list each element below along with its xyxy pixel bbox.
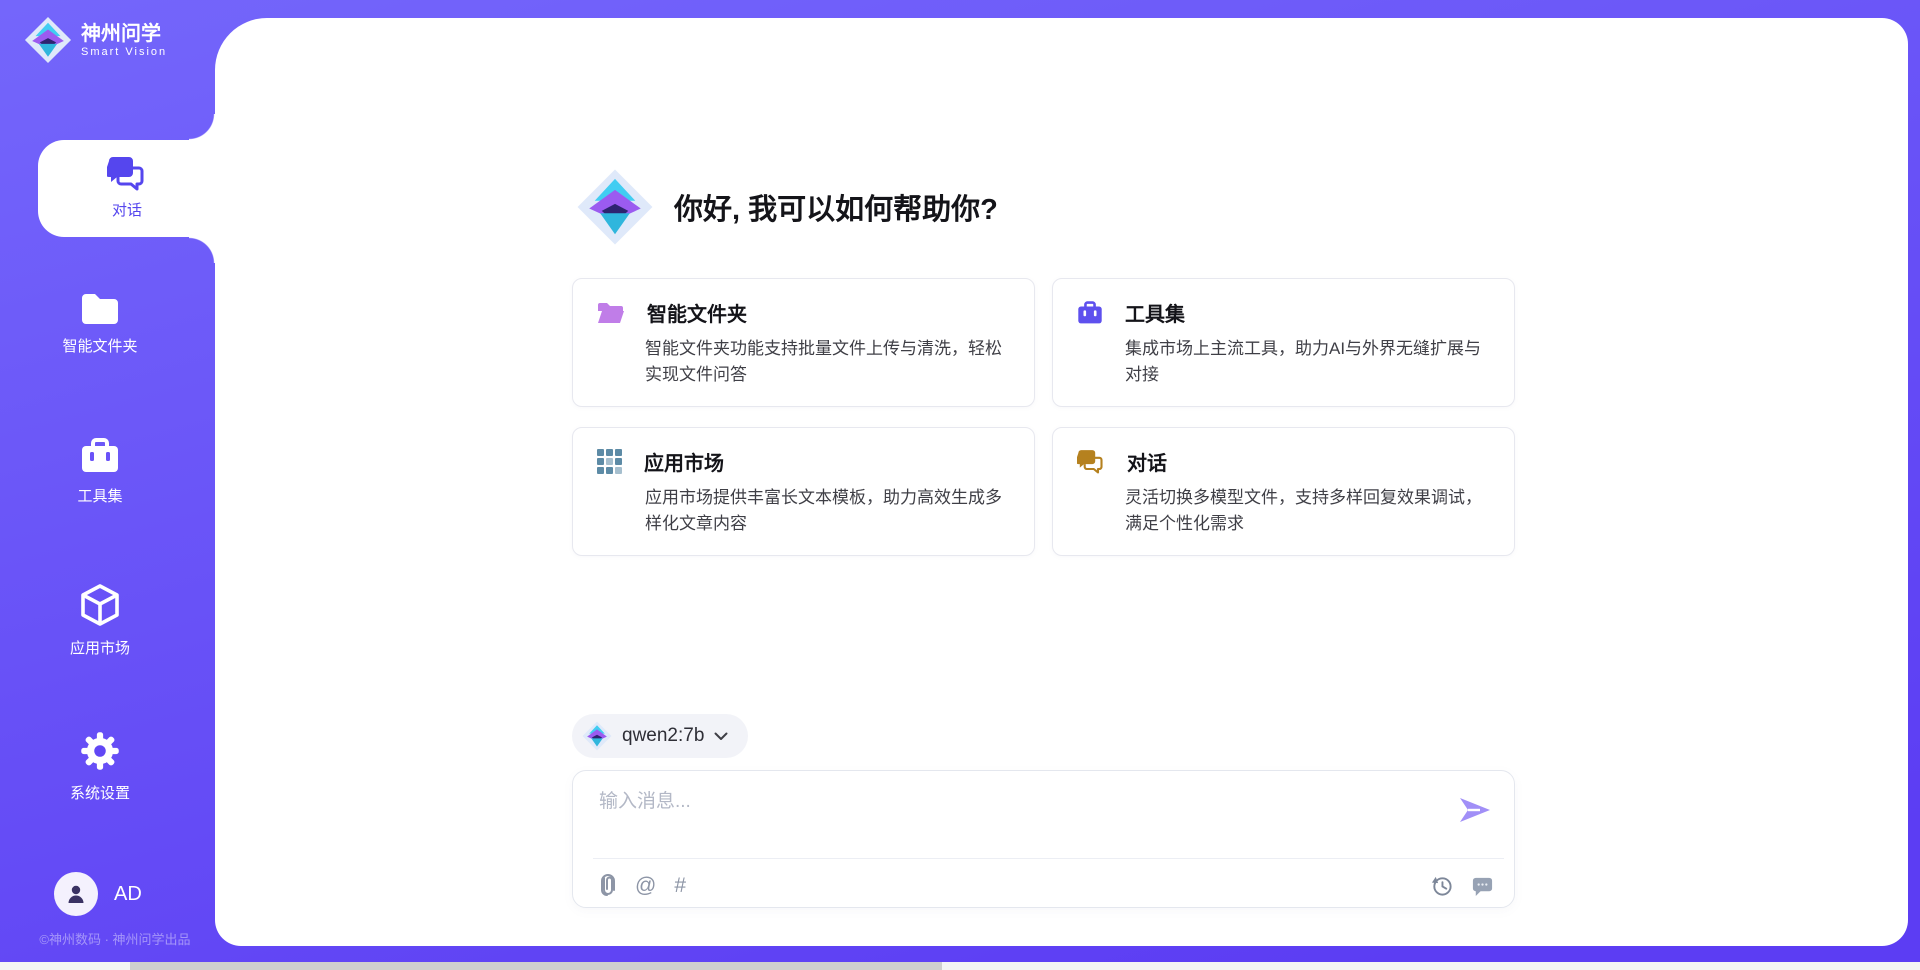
card-chat[interactable]: 对话 灵活切换多模型文件，支持多样回复效果调试，满足个性化需求 xyxy=(1052,427,1515,556)
folder-icon xyxy=(80,292,120,324)
send-icon xyxy=(1458,795,1492,825)
card-app-market[interactable]: 应用市场 应用市场提供丰富长文本模板，助力高效生成多样化文章内容 xyxy=(572,427,1035,556)
sidebar-item-label: 系统设置 xyxy=(70,782,130,803)
card-title: 对话 xyxy=(1127,447,1167,476)
comment-button[interactable] xyxy=(1471,874,1494,897)
card-description: 应用市场提供丰富长文本模板，助力高效生成多样化文章内容 xyxy=(645,485,1010,536)
sidebar-item-label: 工具集 xyxy=(77,485,122,506)
chat-icon xyxy=(1077,450,1105,474)
sidebar-item-label: 对话 xyxy=(112,199,142,220)
model-selector[interactable]: qwen2:7b xyxy=(572,714,748,758)
message-input[interactable] xyxy=(599,786,1429,844)
tab-fillet-top xyxy=(189,114,215,140)
sidebar-item-label: 智能文件夹 xyxy=(62,335,137,356)
send-button[interactable] xyxy=(1458,795,1492,830)
user-profile[interactable]: AD xyxy=(54,872,142,916)
cube-icon xyxy=(80,584,120,626)
person-icon xyxy=(64,882,88,906)
tab-fillet-bottom xyxy=(189,237,215,263)
card-toolbox[interactable]: 工具集 集成市场上主流工具，助力AI与外界无缝扩展与对接 xyxy=(1052,278,1515,407)
card-title: 应用市场 xyxy=(644,447,724,476)
comment-icon xyxy=(1471,874,1494,897)
history-button[interactable] xyxy=(1430,874,1453,897)
feature-cards: 智能文件夹 智能文件夹功能支持批量文件上传与清洗，轻松实现文件问答 工具集 集成… xyxy=(572,278,1515,556)
app-logo: 神州问学 Smart Vision xyxy=(24,16,167,64)
card-description: 集成市场上主流工具，助力AI与外界无缝扩展与对接 xyxy=(1125,336,1490,387)
card-description: 智能文件夹功能支持批量文件上传与清洗，轻松实现文件问答 xyxy=(645,336,1010,387)
brand-diamond-icon xyxy=(24,16,72,64)
composer-toolbar: @ # xyxy=(599,867,1494,903)
sidebar-item-toolbox[interactable]: 工具集 xyxy=(20,438,180,506)
sidebar-item-settings[interactable]: 系统设置 xyxy=(20,731,180,803)
model-diamond-icon xyxy=(582,721,612,751)
scrollbar-thumb[interactable] xyxy=(130,962,942,970)
sidebar-item-smart-folder[interactable]: 智能文件夹 xyxy=(20,292,180,356)
history-icon xyxy=(1430,874,1453,897)
attach-file-button[interactable] xyxy=(599,874,617,897)
gear-icon xyxy=(80,731,120,771)
model-name: qwen2:7b xyxy=(622,725,704,747)
greeting-block: 你好, 我可以如何帮助你? xyxy=(576,168,998,246)
greeting-diamond-icon xyxy=(576,168,654,246)
main-panel: 你好, 我可以如何帮助你? 智能文件夹 智能文件夹功能支持批量文件上传与清洗，轻… xyxy=(215,18,1908,946)
sidebar-item-chat[interactable]: 对话 xyxy=(38,140,216,237)
brand-name: 神州问学 xyxy=(81,23,167,46)
toolbox-icon xyxy=(80,438,120,474)
card-title: 智能文件夹 xyxy=(647,298,747,327)
chat-icon xyxy=(107,157,147,191)
card-smart-folder[interactable]: 智能文件夹 智能文件夹功能支持批量文件上传与清洗，轻松实现文件问答 xyxy=(572,278,1035,407)
card-title: 工具集 xyxy=(1125,298,1185,327)
brand-subtitle: Smart Vision xyxy=(81,46,167,58)
folder-open-icon xyxy=(597,301,625,325)
user-initials: AD xyxy=(114,883,142,906)
paperclip-icon xyxy=(599,874,617,897)
mention-button[interactable]: @ xyxy=(635,875,656,896)
composer-divider xyxy=(593,858,1504,859)
horizontal-scrollbar[interactable] xyxy=(0,962,1920,970)
hashtag-button[interactable]: # xyxy=(674,875,686,896)
toolbox-icon xyxy=(1077,301,1103,325)
grid-icon xyxy=(597,449,622,474)
card-description: 灵活切换多模型文件，支持多样回复效果调试，满足个性化需求 xyxy=(1125,485,1490,536)
chevron-down-icon xyxy=(714,732,728,741)
sidebar-item-label: 应用市场 xyxy=(70,637,130,658)
copyright-footer: ©神州数码 · 神州问学出品 xyxy=(10,929,220,948)
sidebar-item-app-market[interactable]: 应用市场 xyxy=(20,584,180,658)
avatar xyxy=(54,872,98,916)
message-composer: @ # xyxy=(572,770,1515,908)
greeting-title: 你好, 我可以如何帮助你? xyxy=(674,186,998,228)
